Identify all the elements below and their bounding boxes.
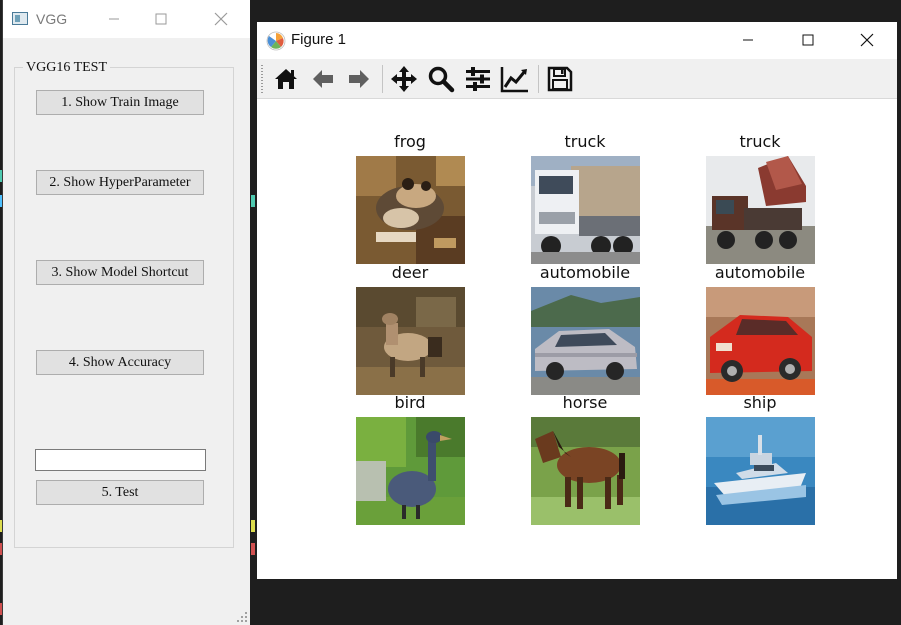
resize-grip-icon[interactable] [237, 612, 247, 622]
maximize-button[interactable] [138, 0, 184, 38]
image-label-truck: truck [739, 132, 781, 151]
edit-axes-button[interactable] [500, 64, 530, 94]
save-icon [547, 66, 573, 92]
figure-window: Figure 1 frog truck truck deer automobil… [257, 22, 897, 579]
close-button[interactable] [198, 0, 244, 38]
back-arrow-icon [313, 70, 333, 88]
sample-image-frog [356, 156, 465, 264]
forward-button[interactable] [344, 64, 374, 94]
zoom-icon [428, 66, 455, 93]
save-button[interactable] [545, 64, 575, 94]
vgg16-test-group: VGG16 TEST 1. Show Train Image 2. Show H… [14, 60, 234, 548]
navigation-toolbar [257, 59, 897, 99]
image-label-truck: truck [564, 132, 606, 151]
matplotlib-logo-icon [266, 31, 286, 51]
show-accuracy-button[interactable]: 4. Show Accuracy [36, 350, 204, 375]
minimize-button[interactable] [91, 0, 137, 38]
home-icon [275, 69, 297, 89]
maximize-icon [155, 13, 167, 25]
close-button[interactable] [844, 22, 890, 59]
configure-subplots-button[interactable] [463, 64, 493, 94]
show-hyperparameter-button[interactable]: 2. Show HyperParameter [36, 170, 204, 195]
app-icon [12, 12, 28, 25]
subplots-config-icon [466, 67, 490, 91]
pan-button[interactable] [389, 64, 419, 94]
minimize-icon [743, 39, 753, 41]
pan-icon [391, 66, 417, 92]
image-label-automobile: automobile [539, 263, 631, 282]
show-train-image-button[interactable]: 1. Show Train Image [36, 90, 204, 115]
minimize-button[interactable] [725, 22, 771, 59]
image-label-automobile: automobile [714, 263, 806, 282]
maximize-icon [802, 34, 814, 46]
close-icon [860, 33, 874, 47]
axes-edit-icon [500, 67, 528, 93]
sample-image-automobile [706, 287, 815, 395]
image-label-horse: horse [562, 393, 608, 412]
sample-image-bird [356, 417, 465, 525]
sample-image-truck [531, 156, 640, 264]
test-index-input[interactable] [35, 449, 206, 471]
vgg-titlebar[interactable]: VGG [3, 0, 250, 38]
sample-image-automobile [531, 287, 640, 395]
figure-titlebar[interactable]: Figure 1 [257, 22, 897, 58]
toolbar-separator [382, 65, 383, 93]
image-label-ship: ship [743, 393, 777, 412]
close-icon [214, 12, 228, 26]
editor-text-fragment [251, 520, 255, 532]
zoom-button[interactable] [426, 64, 456, 94]
back-button[interactable] [308, 64, 338, 94]
window-title: VGG [36, 11, 68, 27]
test-button[interactable]: 5. Test [36, 480, 204, 505]
toolbar-grip[interactable] [261, 65, 263, 93]
show-model-shortcut-button[interactable]: 3. Show Model Shortcut [36, 260, 204, 285]
toolbar-separator [538, 65, 539, 93]
image-label-deer: deer [391, 263, 429, 282]
group-title: VGG16 TEST [23, 60, 111, 76]
vgg-window: VGG VGG16 TEST 1. Show Train Image 2. Sh… [2, 0, 250, 625]
image-label-frog: frog [394, 132, 426, 151]
sample-image-truck [706, 156, 815, 264]
window-title: Figure 1 [291, 31, 347, 48]
sample-image-ship [706, 417, 815, 525]
forward-arrow-icon [349, 70, 369, 88]
sample-image-horse [531, 417, 640, 525]
image-label-bird: bird [394, 393, 426, 412]
minimize-icon [109, 18, 119, 20]
home-button[interactable] [271, 64, 301, 94]
editor-text-fragment [251, 195, 255, 207]
sample-image-deer [356, 287, 465, 395]
maximize-button[interactable] [785, 22, 831, 59]
editor-text-fragment [251, 543, 255, 555]
